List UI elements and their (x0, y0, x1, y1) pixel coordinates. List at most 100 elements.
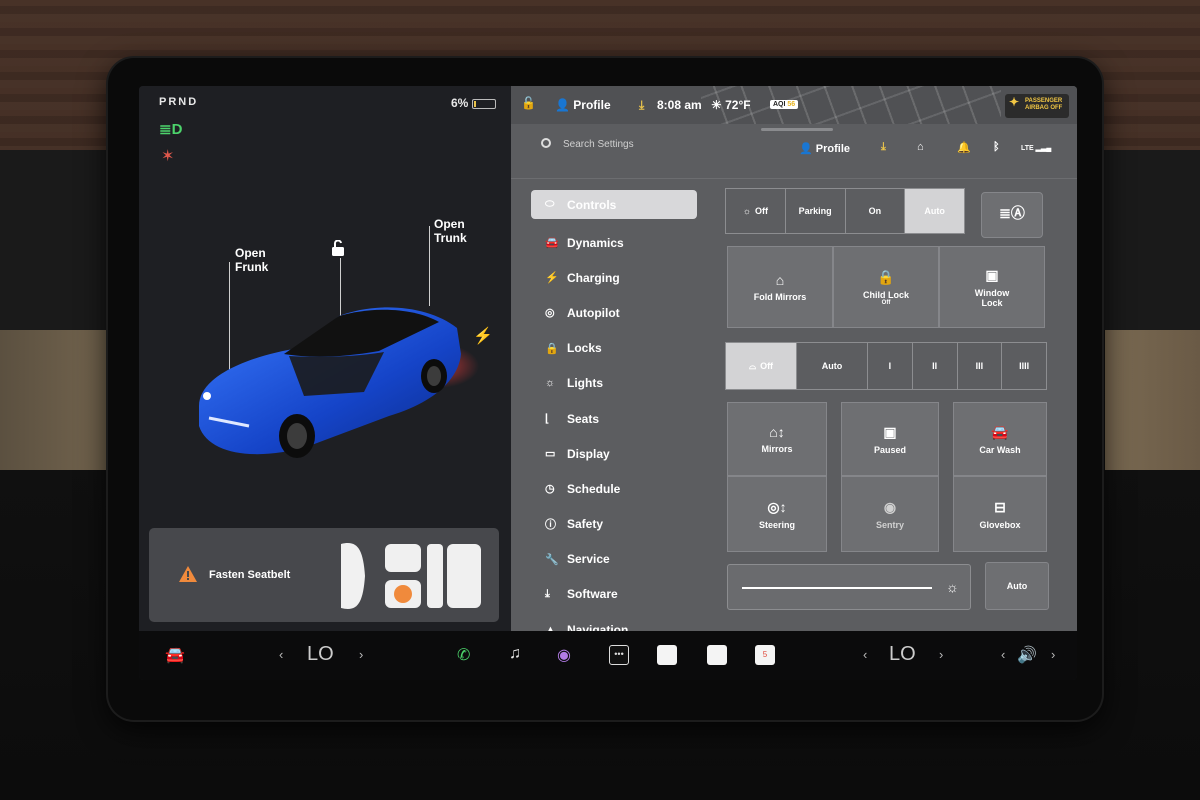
menu-item-software[interactable]: ⤓ Software (531, 577, 697, 612)
volume-decrease[interactable]: ‹ (1001, 647, 1005, 662)
right-temp-decrease[interactable]: ‹ (863, 647, 867, 662)
menu-item-seats[interactable]: ⌊ Seats (531, 401, 697, 436)
brightness-icon: ☼ (946, 579, 959, 595)
menu-item-autopilot[interactable]: ◎ Autopilot (531, 295, 697, 330)
brightness-track[interactable] (742, 587, 932, 589)
phone-icon[interactable]: ✆ (457, 645, 470, 665)
person-icon: 👤 (555, 98, 574, 112)
volume-icon[interactable]: 🔊 (1017, 645, 1037, 665)
lte-signal-icon: LTE ▂▃▄ (1021, 145, 1052, 152)
wipers-off-option[interactable]: ⌓ Off (726, 343, 797, 389)
seatbelt-warning-icon: ✶ (161, 148, 175, 165)
menu-item-label: Safety (567, 517, 604, 532)
menu-item-label: Dynamics (567, 235, 624, 250)
bluetooth-icon[interactable]: ᛒ (993, 141, 1000, 153)
header-profile[interactable]: 👤 Profile (799, 142, 850, 155)
status-profile[interactable]: 👤 Profile (555, 98, 611, 112)
car-icon[interactable]: 🚘 (165, 645, 185, 665)
brightness-auto-button[interactable]: Auto (985, 562, 1049, 610)
glovebox-button[interactable]: ⊟ Glovebox (953, 476, 1047, 552)
open-frunk-button[interactable]: Open Frunk (235, 246, 268, 274)
glovebox-icon: ⊟ (994, 498, 1006, 515)
steering-icon: ◎ (545, 307, 555, 320)
download-status-icon: ⤓ (639, 98, 645, 112)
drag-handle[interactable] (761, 128, 833, 131)
menu-item-label: Locks (567, 341, 602, 356)
clock-time: 8:08 am (657, 98, 702, 112)
menu-item-lights[interactable]: ☼ Lights (531, 366, 697, 401)
alarm-bell-icon[interactable]: 🔔 (957, 141, 971, 154)
lock-status-icon[interactable]: 🔓 (521, 96, 536, 110)
warning-icon (179, 566, 197, 582)
steering-adjust-button[interactable]: ◎↕ Steering (727, 476, 827, 552)
wrench-icon: 🔧 (545, 553, 559, 566)
menu-item-label: Display (567, 446, 610, 461)
search-icon (541, 138, 551, 148)
fold-mirrors-button[interactable]: ⌂ Fold Mirrors (727, 246, 833, 328)
left-temp-increase[interactable]: › (359, 647, 363, 662)
lock-icon: 🔒 (545, 342, 559, 355)
person-icon: 👤 (799, 143, 816, 155)
header-divider (511, 178, 1077, 179)
headlights-off-option[interactable]: ☼ Off (726, 189, 786, 233)
notes-icon[interactable] (707, 645, 727, 665)
window-lock-button[interactable]: ▣ Window Lock (939, 246, 1045, 328)
seatbelt-alert[interactable]: Fasten Seatbelt (149, 528, 499, 622)
menu-item-dynamics[interactable]: 🚘 Dynamics (531, 225, 697, 260)
menu-item-locks[interactable]: 🔒 Locks (531, 331, 697, 366)
menu-item-display[interactable]: ▭ Display (531, 436, 697, 471)
toybox-icon[interactable] (657, 645, 677, 665)
homelink-icon[interactable]: ⌂ (917, 141, 924, 153)
menu-item-label: Software (567, 587, 618, 602)
menu-item-charging[interactable]: ⚡ Charging (531, 260, 697, 295)
wiper-icon: ⌓ (748, 360, 757, 371)
sentry-icon: ◉ (883, 498, 897, 515)
auto-highbeam-button[interactable]: ≣Ⓐ (981, 192, 1043, 238)
headlights-auto-option[interactable]: Auto (905, 189, 964, 233)
camera-icon[interactable]: ◉ (557, 645, 571, 665)
settings-menu: ⬭ Controls 🚘 Dynamics ⚡ Charging ◎ Autopilot 🔒 Lo… (531, 190, 697, 647)
highbeam-icon: ≣Ⓐ (999, 205, 1025, 221)
car-wash-icon: 🚘 (991, 423, 1009, 440)
display-icon: ▭ (545, 448, 556, 461)
child-lock-state: Off (881, 299, 891, 306)
search-settings[interactable]: Search Settings (541, 138, 634, 150)
download-icon: ⤓ (545, 587, 550, 600)
wipers-speed-3[interactable]: III (958, 343, 1003, 389)
wipers-auto-option[interactable]: Auto (797, 343, 868, 389)
music-icon[interactable]: ♫ (509, 645, 521, 663)
gear-selector: PRND (159, 96, 199, 108)
left-temp-decrease[interactable]: ‹ (279, 647, 283, 662)
safety-icon: ⓘ (545, 519, 556, 532)
battery-indicator: 6% (451, 96, 497, 110)
menu-item-service[interactable]: 🔧 Service (531, 542, 697, 577)
wiper-speed-group: ⌓ Off Auto I II III IIII (725, 342, 1047, 390)
car-icon: 🚘 (545, 237, 559, 250)
more-apps-icon[interactable]: ••• (609, 645, 629, 665)
menu-item-schedule[interactable]: ◷ Schedule (531, 471, 697, 506)
unlock-icon[interactable] (331, 240, 345, 256)
wipers-speed-2[interactable]: II (913, 343, 958, 389)
headlights-on-option[interactable]: On (846, 189, 906, 233)
volume-increase[interactable]: › (1051, 647, 1055, 662)
menu-item-label: Seats (567, 411, 600, 426)
right-temp-increase[interactable]: › (939, 647, 943, 662)
menu-item-controls[interactable]: ⬭ Controls (531, 190, 697, 219)
calendar-icon[interactable]: 5 (755, 645, 775, 665)
menu-item-safety[interactable]: ⓘ Safety (531, 507, 697, 542)
airbag-line-2: AIRBAG OFF (1025, 105, 1063, 111)
touchscreen: PRND 6% ≣D ✶ Open Frunk Open Trunk ⚡ Fas… (139, 86, 1077, 680)
sentry-button[interactable]: ◉ Sentry (841, 476, 939, 552)
wipers-speed-4[interactable]: IIII (1002, 343, 1046, 389)
child-lock-button[interactable]: 🔒 Child Lock Off (833, 246, 939, 328)
mirrors-adjust-button[interactable]: ⌂↕ Mirrors (727, 402, 827, 476)
dashcam-button[interactable]: ▣ Paused (841, 402, 939, 476)
wipers-speed-1[interactable]: I (868, 343, 913, 389)
settings-panel: 🔓 👤 Profile ⤓ 8:08 am ☀ 72°F AQI 56 ✦ PA… (511, 86, 1077, 637)
software-update-icon[interactable]: ⤓ (881, 141, 886, 154)
brightness-slider[interactable]: ☼ (727, 564, 971, 610)
passenger-airbag-indicator: ✦ PASSENGER AIRBAG OFF (1005, 94, 1069, 118)
headlights-parking-option[interactable]: Parking (786, 189, 846, 233)
car-wash-button[interactable]: 🚘 Car Wash (953, 402, 1047, 476)
open-trunk-button[interactable]: Open Trunk (434, 217, 467, 245)
